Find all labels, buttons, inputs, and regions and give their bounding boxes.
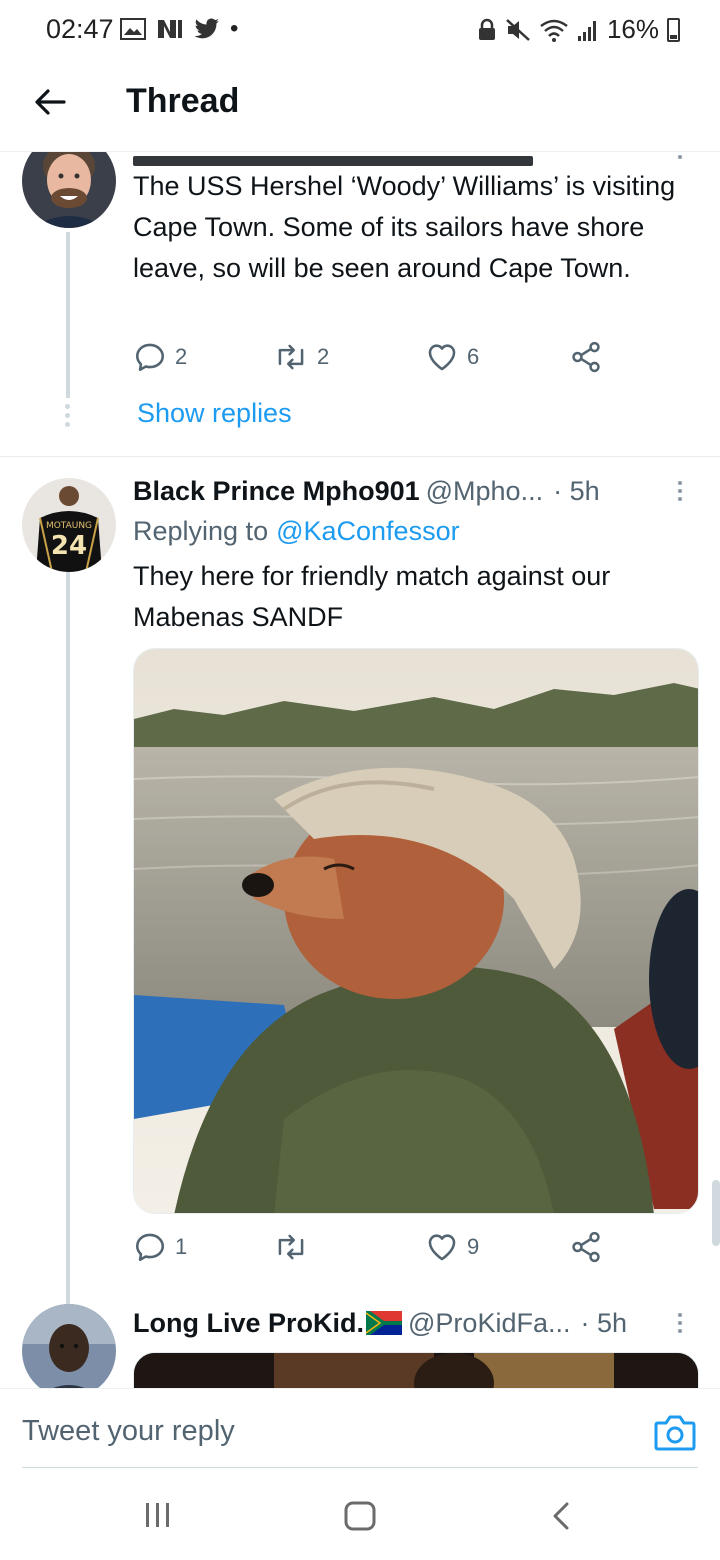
tweet-time: · 5h	[580, 1307, 628, 1338]
status-bar: 02:47 • 16%	[0, 0, 720, 60]
status-notification-icons: •	[120, 14, 238, 44]
like-action[interactable]: 6	[425, 340, 479, 374]
retweet-icon	[278, 1234, 304, 1260]
lock-icon	[478, 18, 495, 40]
retweet-count: 2	[317, 344, 330, 369]
author-handle[interactable]: @Mpho...	[426, 476, 543, 507]
author-name[interactable]: Long Live ProKid.	[133, 1308, 364, 1339]
tweet-header: Black Prince Mpho901 @Mpho... · 5h	[133, 474, 698, 508]
replying-to-label: Replying to	[133, 515, 269, 546]
author-name[interactable]: Black Prince Mpho901	[133, 476, 420, 507]
show-replies-link[interactable]: Show replies	[137, 398, 292, 429]
tweet-text: They here for friendly match against our…	[133, 561, 611, 632]
more-options-icon[interactable]	[670, 476, 690, 506]
news-icon	[158, 20, 182, 38]
thread-connector-line	[66, 232, 70, 398]
reply-underline	[22, 1467, 698, 1468]
retweet-action[interactable]	[273, 1230, 317, 1264]
recent-apps-button[interactable]	[144, 1500, 172, 1535]
thread-connector-line	[66, 572, 70, 1312]
avatar-photo	[22, 152, 116, 228]
home-button[interactable]	[344, 1500, 376, 1537]
tweet-time: · 5h	[553, 475, 600, 506]
like-count: 9	[467, 1234, 480, 1259]
share-icon	[572, 341, 600, 373]
like-count: 6	[467, 344, 480, 369]
signal-icon	[577, 20, 596, 41]
battery-icon	[667, 17, 680, 42]
tweet-actions: 2 2 6	[133, 340, 633, 380]
like-action[interactable]: 9	[425, 1230, 479, 1264]
tweet-header-cut	[133, 152, 698, 166]
share-icon	[572, 1231, 600, 1263]
more-options-icon[interactable]	[670, 152, 690, 164]
thread-feed[interactable]: The USS Hershel ‘Woody’ Williams’ is vis…	[0, 152, 720, 1388]
show-replies-dots	[65, 404, 70, 427]
back-arrow-icon	[35, 89, 66, 115]
retweet-icon	[278, 344, 304, 370]
app-header: Thread	[0, 60, 720, 152]
dog-photo	[134, 649, 698, 1213]
avatar-photo	[22, 1304, 116, 1388]
share-action[interactable]	[569, 340, 603, 374]
tweet-image-partial[interactable]	[133, 1352, 699, 1388]
replying-to: Replying to @KaConfessor	[133, 514, 698, 548]
camera-icon	[654, 1415, 696, 1451]
tweet-divider	[0, 456, 720, 457]
home-icon	[344, 1501, 376, 1531]
back-button[interactable]	[28, 80, 72, 124]
reply-input[interactable]: Tweet your reply	[22, 1415, 235, 1448]
author-handle[interactable]: @ProKidFa...	[408, 1308, 570, 1339]
camera-button[interactable]	[654, 1413, 696, 1456]
heart-icon	[428, 344, 456, 371]
twitter-bird-icon	[194, 18, 219, 39]
partial-photo	[134, 1353, 698, 1388]
avatar[interactable]	[22, 152, 116, 228]
back-chevron-icon	[553, 1502, 569, 1530]
replying-to-handle[interactable]: @KaConfessor	[276, 516, 460, 547]
cut-off-name-strip	[133, 156, 533, 166]
status-time: 02:47	[46, 14, 114, 44]
reply-count: 1	[175, 1234, 188, 1259]
avatar[interactable]	[22, 1304, 116, 1388]
tweet-actions: 1 9	[133, 1230, 633, 1270]
wifi-icon	[540, 19, 568, 42]
mute-icon	[506, 18, 530, 41]
more-options-icon[interactable]	[670, 1308, 690, 1338]
dot-icon: •	[230, 15, 239, 42]
share-action[interactable]	[569, 1230, 603, 1264]
retweet-action[interactable]: 2	[273, 340, 329, 374]
scrollbar-thumb[interactable]	[712, 1180, 720, 1246]
heart-icon	[428, 1234, 456, 1261]
system-nav-bar	[0, 1478, 720, 1560]
south-africa-flag-icon	[366, 1311, 403, 1335]
recent-apps-icon	[146, 1503, 169, 1527]
reply-bar: Tweet your reply	[0, 1388, 720, 1478]
page-title: Thread	[126, 82, 240, 120]
system-back-button[interactable]	[550, 1500, 572, 1537]
reply-action[interactable]: 2	[133, 340, 187, 374]
avatar[interactable]: MOTAUNG 24	[22, 478, 116, 572]
jersey-number: 24	[51, 531, 87, 561]
tweet-header: Long Live ProKid. @ProKidFa... · 5h	[133, 1306, 698, 1340]
status-right-icons: 16%	[477, 14, 680, 45]
reply-icon	[135, 343, 165, 372]
reply-icon	[135, 1233, 165, 1262]
avatar-photo: MOTAUNG 24	[22, 478, 116, 572]
reply-count: 2	[175, 344, 188, 369]
gallery-icon	[120, 18, 146, 40]
tweet-image-dog-in-cap[interactable]	[133, 648, 699, 1214]
tweet-text: The USS Hershel ‘Woody’ Williams’ is vis…	[133, 171, 676, 283]
battery-percentage: 16%	[606, 14, 659, 44]
reply-action[interactable]: 1	[133, 1230, 187, 1264]
jersey-name: MOTAUNG	[46, 521, 92, 531]
